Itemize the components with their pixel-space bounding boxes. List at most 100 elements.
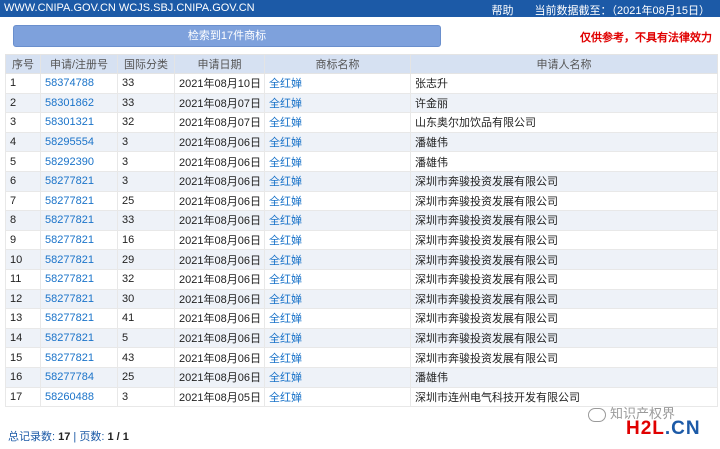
col-header-no: 序号 <box>5 54 41 74</box>
intl-class: 16 <box>122 234 135 247</box>
registration-number-link[interactable]: 58277821 <box>45 312 94 324</box>
cell-no: 5 <box>5 151 41 172</box>
trademark-name-link[interactable]: 全红婵 <box>269 372 302 384</box>
cell-mark: 全红婵 <box>264 366 411 388</box>
application-date: 2021年08月06日 <box>179 176 261 189</box>
intl-class: 25 <box>122 371 135 384</box>
application-date: 2021年08月06日 <box>179 156 261 169</box>
cell-cls: 33 <box>117 92 175 114</box>
row-number: 12 <box>10 292 23 305</box>
application-date: 2021年08月06日 <box>179 195 261 208</box>
trademark-name-link[interactable]: 全红婵 <box>269 176 302 188</box>
cell-date: 2021年08月10日 <box>174 73 265 94</box>
trademark-name-link[interactable]: 全红婵 <box>269 157 302 169</box>
trademark-name-link[interactable]: 全红婵 <box>269 255 302 267</box>
registration-number-link[interactable]: 58301321 <box>45 116 94 128</box>
cell-mark: 全红婵 <box>264 327 411 349</box>
applicant-name: 深圳市奔骏投资发展有限公司 <box>415 333 558 346</box>
site-links[interactable]: WWW.CNIPA.GOV.CN WCJS.SBJ.CNIPA.GOV.CN <box>4 2 255 14</box>
registration-number-link[interactable]: 58277821 <box>45 332 94 344</box>
cell-applicant: 深圳市奔骏投资发展有限公司 <box>410 170 718 192</box>
search-result-button[interactable]: 检索到17件商标 <box>13 25 441 47</box>
application-date: 2021年08月06日 <box>179 352 261 365</box>
trademark-name-link[interactable]: 全红婵 <box>269 196 302 208</box>
row-number: 15 <box>10 351 23 364</box>
cell-mark: 全红婵 <box>264 73 411 94</box>
disclaimer: 仅供参考，不具有法律效力 <box>580 32 712 44</box>
row-number: 9 <box>10 234 17 247</box>
trademark-name-link[interactable]: 全红婵 <box>269 78 302 90</box>
cell-date: 2021年08月06日 <box>174 288 265 310</box>
cell-no: 16 <box>5 366 41 388</box>
trademark-name-link[interactable]: 全红婵 <box>269 117 302 129</box>
registration-number-link[interactable]: 58277821 <box>45 234 94 246</box>
cell-reg: 58277821 <box>40 190 118 212</box>
registration-number-link[interactable]: 58260488 <box>45 391 94 403</box>
row-number: 10 <box>10 253 23 266</box>
cell-reg: 58277821 <box>40 268 118 290</box>
cell-applicant: 张志升 <box>410 73 718 94</box>
trademark-name-link[interactable]: 全红婵 <box>269 274 302 286</box>
pagination-footer: 总记录数: 17 | 页数: 1 / 1 <box>8 428 129 444</box>
cell-reg: 58277821 <box>40 210 118 231</box>
top-bar: WWW.CNIPA.GOV.CN WCJS.SBJ.CNIPA.GOV.CN 帮… <box>0 0 720 17</box>
cell-cls: 25 <box>117 366 175 388</box>
applicant-name: 张志升 <box>415 78 448 91</box>
trademark-name-link[interactable]: 全红婵 <box>269 98 302 110</box>
trademark-name-link[interactable]: 全红婵 <box>269 137 302 149</box>
row-number: 6 <box>10 175 17 188</box>
trademark-name-link[interactable]: 全红婵 <box>269 353 302 365</box>
cell-applicant: 深圳市奔骏投资发展有限公司 <box>410 288 718 310</box>
row-number: 7 <box>10 194 17 207</box>
cell-cls: 16 <box>117 229 175 251</box>
row-number: 3 <box>10 116 17 129</box>
application-date: 2021年08月07日 <box>179 117 261 130</box>
application-date: 2021年08月06日 <box>179 215 261 228</box>
intl-class: 3 <box>122 155 129 168</box>
registration-number-link[interactable]: 58277821 <box>45 195 94 207</box>
cell-applicant: 深圳市奔骏投资发展有限公司 <box>410 190 718 212</box>
cell-reg: 58295554 <box>40 131 118 153</box>
registration-number-link[interactable]: 58277821 <box>45 214 94 226</box>
trademark-name-link[interactable]: 全红婵 <box>269 215 302 227</box>
table-row: 9 58277821 16 2021年08月06日 全红婵 深圳市奔骏投资发展有限公司 <box>5 229 718 251</box>
registration-number-link[interactable]: 58295554 <box>45 136 94 148</box>
trademark-name-link[interactable]: 全红婵 <box>269 294 302 306</box>
applicant-name: 深圳市奔骏投资发展有限公司 <box>415 352 558 365</box>
help-link[interactable]: 帮助 <box>491 5 513 17</box>
registration-number-link[interactable]: 58277821 <box>45 293 94 305</box>
applicant-name: 许金丽 <box>415 97 448 110</box>
cell-date: 2021年08月06日 <box>174 210 265 231</box>
application-date: 2021年08月06日 <box>179 274 261 287</box>
cell-no: 17 <box>5 386 41 408</box>
registration-number-link[interactable]: 58301862 <box>45 97 94 109</box>
application-date: 2021年08月07日 <box>179 97 261 110</box>
registration-number-link[interactable]: 58277821 <box>45 273 94 285</box>
application-date: 2021年08月06日 <box>179 235 261 248</box>
row-number: 4 <box>10 136 17 149</box>
cell-cls: 30 <box>117 288 175 310</box>
registration-number-link[interactable]: 58277821 <box>45 175 94 187</box>
intl-class: 41 <box>122 312 135 325</box>
trademark-name-link[interactable]: 全红婵 <box>269 392 302 404</box>
registration-number-link[interactable]: 58277821 <box>45 352 94 364</box>
cell-date: 2021年08月06日 <box>174 268 265 290</box>
cell-applicant: 深圳市奔骏投资发展有限公司 <box>410 249 718 270</box>
cell-reg: 58277821 <box>40 170 118 192</box>
intl-class: 30 <box>122 292 135 305</box>
row-number: 11 <box>10 273 22 286</box>
cell-no: 8 <box>5 210 41 231</box>
cell-cls: 3 <box>117 151 175 172</box>
pages-label: 页数: <box>79 431 105 443</box>
registration-number-link[interactable]: 58277784 <box>45 371 94 383</box>
trademark-name-link[interactable]: 全红婵 <box>269 333 302 345</box>
cell-no: 3 <box>5 112 41 133</box>
registration-number-link[interactable]: 58374788 <box>45 77 94 89</box>
registration-number-link[interactable]: 58277821 <box>45 254 94 266</box>
cell-mark: 全红婵 <box>264 308 411 329</box>
applicant-name: 深圳市连州电气科技开发有限公司 <box>415 391 580 404</box>
trademark-name-link[interactable]: 全红婵 <box>269 235 302 247</box>
data-date: 当前数据截至：（2021年08月15日） <box>534 5 710 17</box>
trademark-name-link[interactable]: 全红婵 <box>269 313 302 325</box>
registration-number-link[interactable]: 58292390 <box>45 156 94 168</box>
